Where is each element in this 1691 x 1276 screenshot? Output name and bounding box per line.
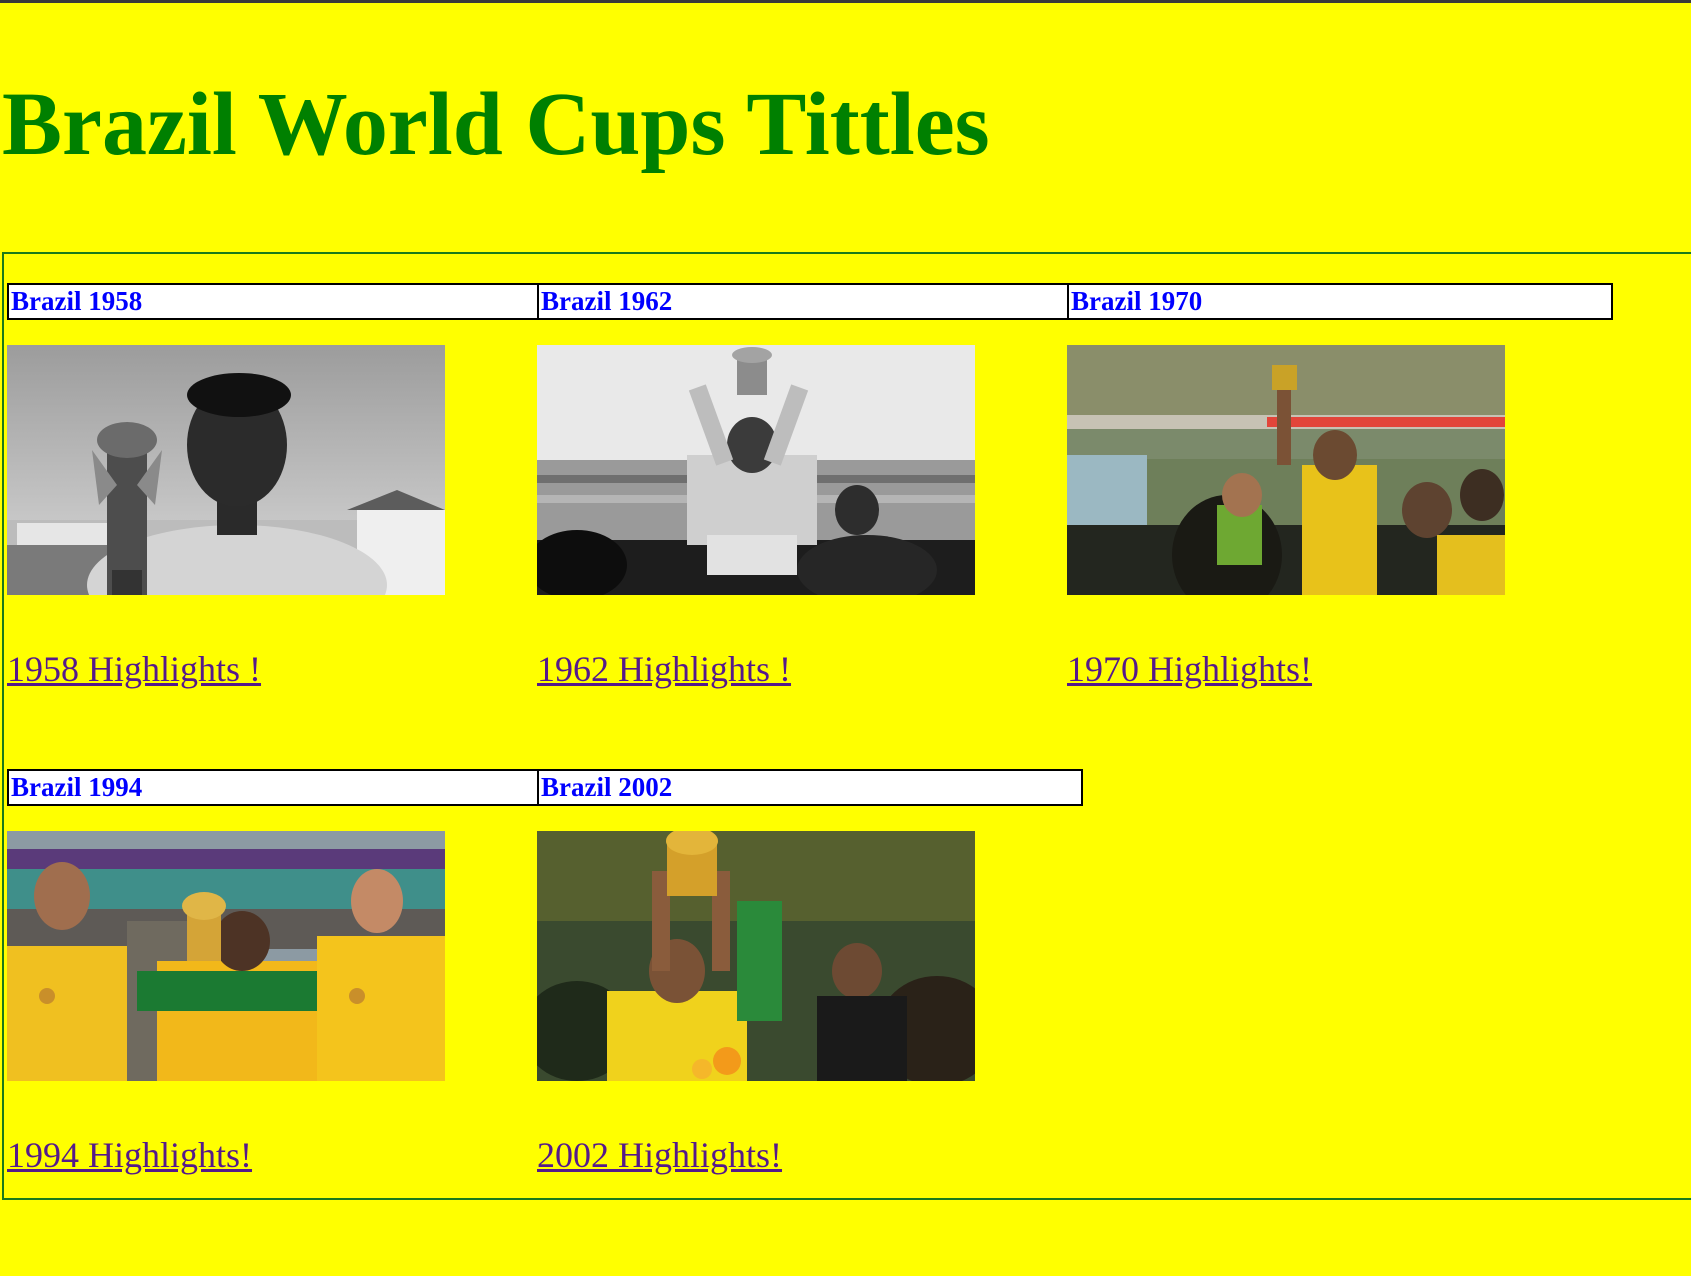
- card-title: Brazil 1958: [7, 283, 553, 320]
- card-title: Brazil 1994: [7, 769, 553, 806]
- titles-gallery: Brazil 1958 1958 Highlights ! Brazil 196…: [2, 252, 1691, 1200]
- card-title: Brazil 1962: [537, 283, 1083, 320]
- highlights-link-1958[interactable]: 1958 Highlights !: [7, 648, 261, 690]
- card-title: Brazil 2002: [537, 769, 1083, 806]
- trophy-lift-photo: [537, 345, 975, 595]
- highlights-link-1962[interactable]: 1962 Highlights !: [537, 648, 791, 690]
- pele-trophy-photo: [7, 345, 445, 595]
- highlights-link-1994[interactable]: 1994 Highlights!: [7, 1134, 252, 1176]
- highlights-link-2002[interactable]: 2002 Highlights!: [537, 1134, 782, 1176]
- card-title: Brazil 1970: [1067, 283, 1613, 320]
- highlights-link-1970[interactable]: 1970 Highlights!: [1067, 648, 1312, 690]
- top-border: [0, 0, 1691, 3]
- stadium-celebration-photo: [1067, 345, 1505, 595]
- crowd-trophy-photo: [537, 831, 975, 1081]
- team-trophy-kiss-photo: [7, 831, 445, 1081]
- page-title: Brazil World Cups Tittles: [2, 75, 990, 174]
